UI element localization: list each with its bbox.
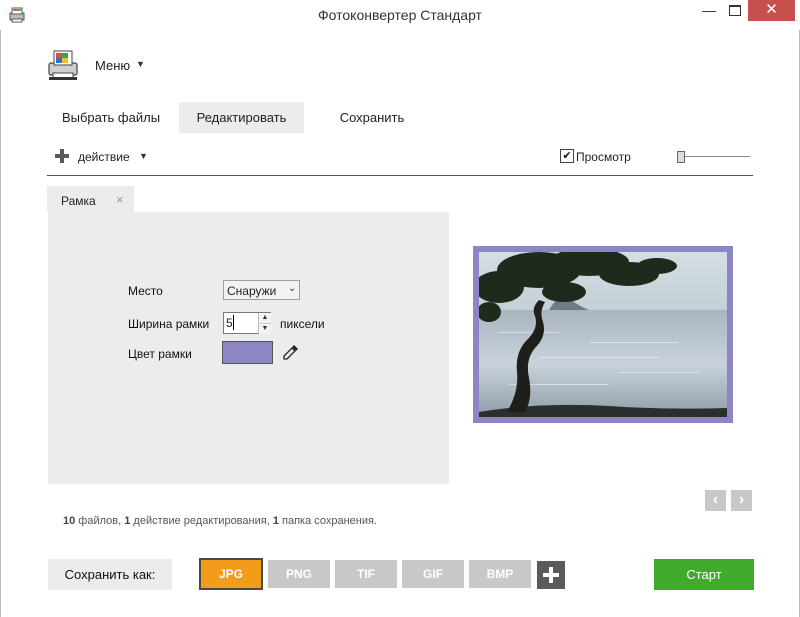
border-width-value[interactable]: 5 [226, 316, 233, 330]
text-caret [233, 315, 234, 330]
printer-menu-icon[interactable] [46, 48, 80, 82]
format-gif-button[interactable]: GIF [402, 560, 464, 588]
minimize-button[interactable]: — [696, 0, 722, 22]
format-tif-button[interactable]: TIF [335, 560, 397, 588]
next-image-button[interactable]: › [731, 490, 752, 511]
edit-action-tab-label[interactable]: Рамка [61, 194, 96, 208]
chevron-down-icon[interactable]: ⌄ [288, 283, 296, 294]
format-png-button[interactable]: PNG [268, 560, 330, 588]
spin-down-button[interactable]: ▼ [258, 323, 271, 334]
format-jpg-button[interactable]: JPG [199, 558, 263, 590]
add-format-button[interactable] [537, 561, 565, 589]
preview-checkbox[interactable]: ✔ [560, 149, 574, 163]
window-border-left [0, 30, 1, 617]
preview-photo [479, 252, 727, 417]
files-text: файлов, [75, 515, 125, 527]
files-count: 10 [63, 515, 76, 527]
zoom-slider-handle[interactable] [677, 151, 685, 163]
maximize-button[interactable] [722, 0, 748, 22]
folders-text: папка сохранения. [278, 515, 378, 527]
border-width-label: Ширина рамки [128, 317, 210, 331]
place-label: Место [128, 284, 163, 298]
actions-text: действие редактирования, [130, 515, 273, 527]
spin-up-button[interactable]: ▲ [258, 313, 271, 323]
add-action-button[interactable]: действие [78, 150, 130, 164]
zoom-slider-track[interactable] [680, 156, 750, 157]
tab-edit[interactable]: Редактировать [179, 102, 304, 133]
plus-icon[interactable] [55, 149, 69, 163]
border-color-swatch[interactable] [222, 341, 273, 364]
window-title: Фотоконвертер Стандарт [318, 7, 482, 23]
save-as-label: Сохранить как: [64, 567, 156, 582]
start-button[interactable]: Старт [654, 559, 754, 590]
menu-button-label[interactable]: Меню [95, 58, 130, 73]
toolbar-divider [47, 175, 753, 176]
tab-save[interactable]: Сохранить [322, 102, 422, 133]
close-button[interactable]: ✕ [748, 0, 795, 21]
format-bmp-button[interactable]: BMP [469, 560, 531, 588]
status-summary: 10 файлов, 1 действие редактирования, 1 … [63, 515, 377, 527]
preview-label[interactable]: Просмотр [576, 150, 631, 164]
chevron-down-icon[interactable]: ▼ [139, 151, 148, 161]
tab-select-files[interactable]: Выбрать файлы [52, 102, 170, 133]
place-select-value[interactable]: Снаружи [227, 284, 276, 298]
border-color-label: Цвет рамки [128, 347, 192, 361]
border-width-unit: пиксели [280, 317, 325, 331]
close-icon[interactable]: × [116, 192, 124, 207]
eyedropper-icon[interactable] [282, 343, 300, 361]
previous-image-button[interactable]: ‹ [705, 490, 726, 511]
chevron-down-icon[interactable]: ▼ [136, 59, 145, 69]
